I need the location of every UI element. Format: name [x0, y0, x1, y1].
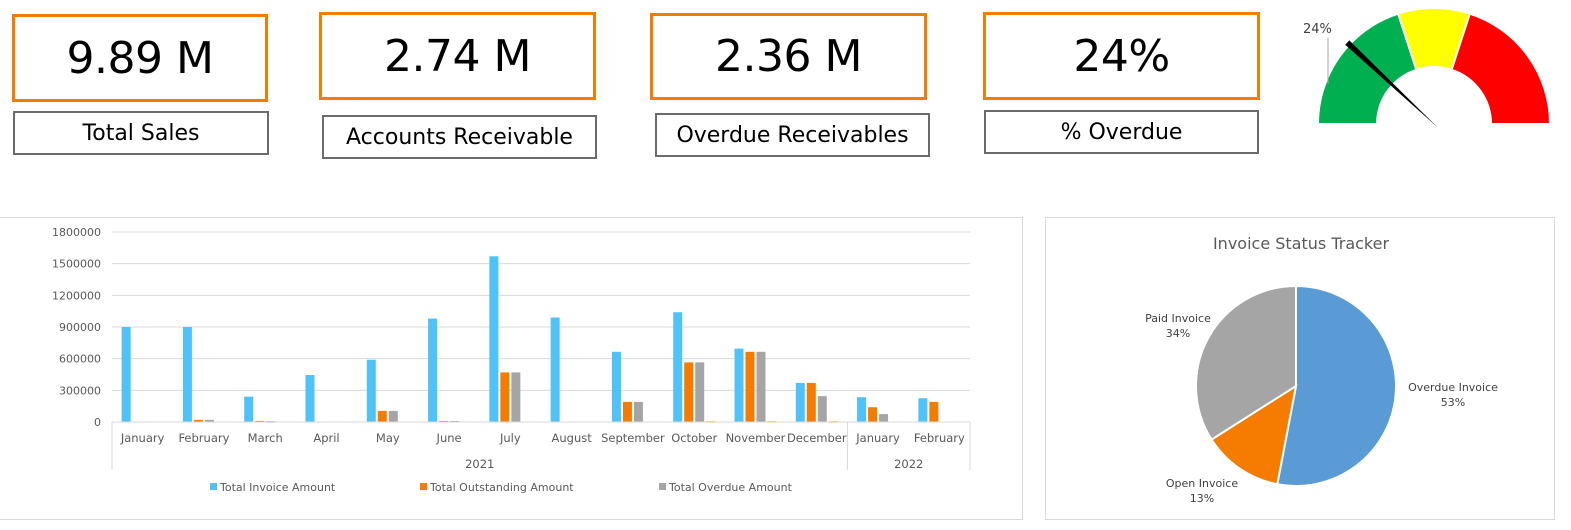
x-category-label: August: [552, 431, 593, 445]
bar-total-invoice-amount[interactable]: [428, 318, 438, 422]
bar-total-outstanding-amount[interactable]: [622, 401, 632, 422]
legend-label[interactable]: Total Outstanding Amount: [429, 481, 574, 494]
pie-slices: [1195, 284, 1397, 487]
bar-total-overdue-amount[interactable]: [756, 351, 766, 422]
bar-total-invoice-amount[interactable]: [673, 312, 683, 422]
x-category-label: November: [726, 431, 786, 445]
kpi-total-sales-label: Total Sales: [13, 111, 269, 155]
bar-total-invoice-amount[interactable]: [366, 359, 376, 422]
y-tick-label: 1800000: [52, 226, 101, 239]
bar-total-invoice-amount[interactable]: [244, 396, 254, 422]
kpi-overdue-receivables-label: Overdue Receivables: [655, 113, 930, 157]
y-tick-label: 600000: [59, 353, 101, 366]
bar-chart-x-axis: January February March April May June July Augu…: [111, 421, 971, 471]
y-tick-label: 300000: [59, 384, 101, 397]
bar-total-outstanding-amount[interactable]: [868, 407, 878, 422]
y-tick-label: 1500000: [52, 258, 101, 271]
bar-total-overdue-amount[interactable]: [388, 410, 398, 422]
bar-total-outstanding-amount[interactable]: [377, 410, 387, 422]
pie-chart-title: Invoice Status Tracker: [1213, 234, 1390, 253]
bar-chart-y-axis: 0 300000 600000 900000 1200000 1500000 1800000: [52, 226, 101, 429]
kpi-accounts-receivable-label: Accounts Receivable: [322, 115, 597, 159]
bar-total-outstanding-amount[interactable]: [500, 372, 510, 422]
legend-label[interactable]: Total Invoice Amount: [219, 481, 336, 494]
bar-total-invoice-amount[interactable]: [918, 398, 928, 422]
x-category-label: April: [313, 431, 339, 445]
kpi-accounts-receivable-value: 2.74 M: [319, 12, 596, 100]
x-category-label: June: [436, 431, 462, 445]
gauge-bands: [1316, 7, 1552, 125]
bar-total-invoice-amount[interactable]: [182, 327, 192, 422]
bar-total-invoice-amount[interactable]: [611, 351, 621, 422]
bar-total-outstanding-amount[interactable]: [929, 401, 939, 422]
bar-total-invoice-amount[interactable]: [734, 348, 744, 422]
pie-label-percent: 13%: [1190, 492, 1214, 505]
monthly-invoice-bar-chart: 0 300000 600000 900000 1200000 1500000 1800000…: [52, 226, 971, 494]
pie-label-name: Overdue Invoice: [1408, 381, 1498, 394]
pie-label-name: Open Invoice: [1166, 477, 1238, 490]
bar-chart-legend[interactable]: Total Invoice Amount Total Outstanding Am…: [210, 481, 793, 494]
pie-label-percent: 34%: [1166, 327, 1190, 340]
x-category-label: May: [376, 431, 400, 445]
x-category-label: July: [499, 431, 521, 445]
y-tick-label: 900000: [59, 321, 101, 334]
kpi-overdue-receivables-value: 2.36 M: [650, 13, 927, 100]
x-category-label: September: [601, 431, 665, 445]
x-category-label: December: [787, 431, 847, 445]
y-tick-label: 1200000: [52, 289, 101, 302]
bar-chart-gridlines: [112, 231, 970, 423]
bar-total-overdue-amount[interactable]: [511, 372, 521, 422]
x-category-label: January: [855, 431, 900, 445]
bar-total-invoice-amount[interactable]: [305, 375, 315, 422]
bar-total-outstanding-amount[interactable]: [684, 362, 694, 422]
overdue-gauge: 24%: [1303, 7, 1552, 128]
bar-total-overdue-amount[interactable]: [879, 414, 889, 422]
bar-total-outstanding-amount[interactable]: [806, 382, 816, 422]
gauge-band-3: [1450, 12, 1552, 125]
x-category-label: January: [120, 431, 165, 445]
x-group-label: 2022: [894, 457, 923, 471]
x-category-label: March: [248, 431, 283, 445]
bar-total-overdue-amount[interactable]: [817, 396, 827, 422]
bar-total-invoice-amount[interactable]: [857, 397, 867, 422]
legend-swatch: [210, 483, 217, 490]
pie-label-percent: 53%: [1441, 396, 1465, 409]
bar-total-invoice-amount[interactable]: [795, 382, 805, 422]
kpi-percent-overdue-label: % Overdue: [984, 110, 1259, 154]
legend-swatch: [659, 483, 666, 490]
legend-label[interactable]: Total Overdue Amount: [668, 481, 793, 494]
bar-total-invoice-amount[interactable]: [550, 317, 560, 423]
bar-chart-bars: [121, 256, 939, 423]
x-group-label: 2021: [465, 457, 494, 471]
bar-total-invoice-amount[interactable]: [121, 327, 131, 422]
y-tick-label: 0: [94, 416, 101, 429]
bar-total-outstanding-amount[interactable]: [745, 351, 755, 422]
x-category-label: February: [178, 431, 229, 445]
legend-swatch: [420, 483, 427, 490]
invoice-status-pie-chart: Invoice Status Tracker Overdue Invoice 53…: [1145, 234, 1498, 505]
x-category-label: October: [671, 431, 717, 445]
gauge-value-label: 24%: [1303, 22, 1332, 37]
pie-label-name: Paid Invoice: [1145, 312, 1211, 325]
kpi-percent-overdue-value: 24%: [983, 12, 1260, 100]
bar-total-overdue-amount[interactable]: [695, 362, 705, 422]
bar-total-overdue-amount[interactable]: [633, 401, 643, 422]
kpi-total-sales-value: 9.89 M: [12, 14, 268, 102]
x-category-label: February: [914, 431, 965, 445]
bar-total-invoice-amount[interactable]: [489, 256, 499, 422]
